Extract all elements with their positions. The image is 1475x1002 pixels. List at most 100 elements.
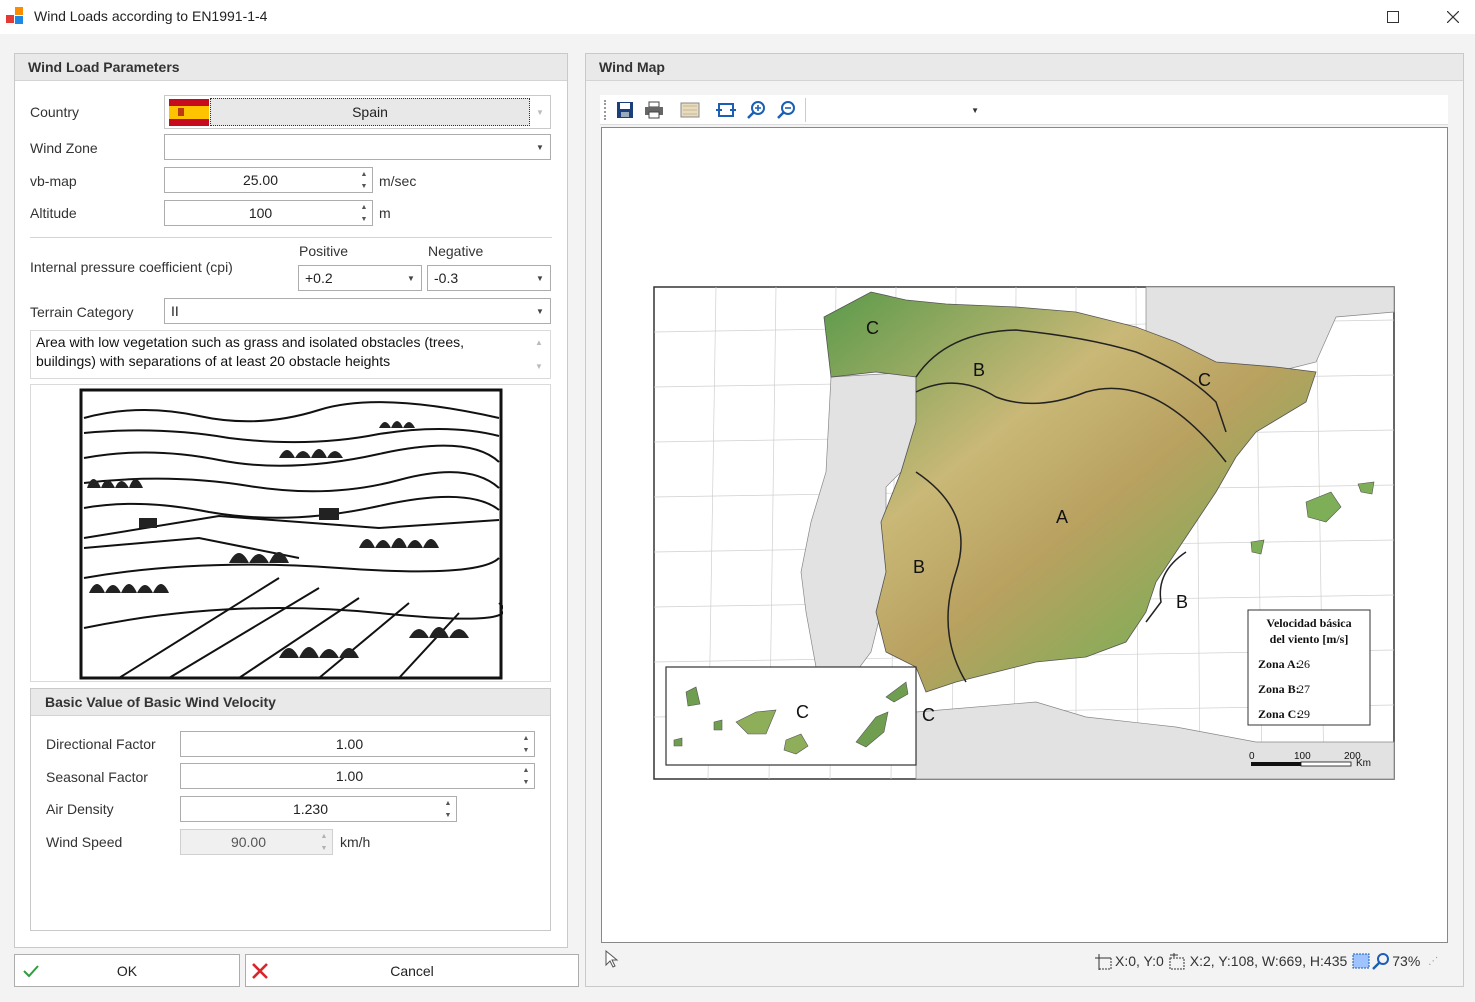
zoom-icon	[1372, 953, 1390, 970]
panel-header: Basic Value of Basic Wind Velocity	[31, 689, 550, 716]
vb-map-spinner[interactable]: ▲ ▼	[356, 168, 372, 192]
zoom-level: 73%	[1392, 953, 1421, 969]
altitude-input[interactable]: 100 ▲ ▼	[164, 200, 373, 226]
spin-down-icon[interactable]: ▼	[518, 744, 534, 756]
cursor-coordinates: X:0, Y:0	[1115, 953, 1164, 969]
chevron-down-icon[interactable]: ▼	[530, 96, 550, 128]
air-density-input[interactable]: 1.230 ▲ ▼	[180, 796, 457, 822]
legend-zone-c-value: 29	[1298, 707, 1310, 721]
directional-factor-input[interactable]: 1.00 ▲ ▼	[180, 731, 535, 757]
wind-zone-label: Wind Zone	[30, 140, 98, 156]
maximize-button[interactable]	[1370, 0, 1416, 34]
legend-zone-a-value: 26	[1298, 657, 1310, 671]
country-combo[interactable]: Spain ▼	[164, 95, 551, 129]
directional-factor-spinner[interactable]: ▲ ▼	[518, 732, 534, 756]
scroll-down-icon[interactable]: ▼	[535, 357, 543, 376]
air-density-value: 1.230	[292, 801, 329, 817]
spin-down-icon: ▼	[320, 844, 328, 852]
toolbar-grip[interactable]	[604, 100, 606, 120]
panel-header: Wind Map	[586, 54, 1463, 81]
terrain-description-text: Area with low vegetation such as grass a…	[36, 334, 465, 369]
spin-up-icon[interactable]: ▲	[440, 797, 456, 809]
cancel-button[interactable]: Cancel	[245, 954, 579, 987]
chevron-down-icon[interactable]: ▼	[530, 299, 550, 323]
window-title: Wind Loads according to EN1991-1-4	[34, 8, 268, 24]
wind-zone-combo[interactable]: ▼	[164, 134, 551, 160]
altitude-label: Altitude	[30, 205, 77, 221]
scroll-up-icon[interactable]: ▲	[535, 333, 543, 352]
cancel-label: Cancel	[390, 962, 434, 979]
separator	[30, 237, 552, 238]
vb-map-value: 25.00	[242, 172, 279, 188]
chevron-down-icon[interactable]: ▼	[530, 266, 550, 290]
legend-zone-c-label: Zona C:	[1258, 707, 1300, 721]
terrain-illustration-frame	[30, 384, 551, 682]
chevron-down-icon[interactable]: ▼	[401, 266, 421, 290]
spin-up-icon[interactable]: ▲	[518, 732, 534, 744]
selection-size-icon	[1169, 953, 1185, 970]
seasonal-factor-value: 1.00	[335, 768, 364, 784]
spin-up-icon[interactable]: ▲	[518, 764, 534, 776]
zone-label: C	[922, 705, 935, 725]
map-canvas[interactable]: C B C A B B C C Velocidad básica del vie…	[601, 127, 1448, 943]
chevron-down-icon[interactable]: ▼	[530, 135, 550, 159]
seasonal-factor-spinner[interactable]: ▲ ▼	[518, 764, 534, 788]
map-view-dropdown[interactable]: ▼	[805, 98, 985, 122]
directional-factor-label: Directional Factor	[46, 736, 156, 752]
spin-down-icon[interactable]: ▼	[518, 776, 534, 788]
close-button[interactable]	[1430, 0, 1475, 34]
spin-down-icon[interactable]: ▼	[356, 213, 372, 225]
frame-icon	[680, 102, 700, 118]
zoom-out-button[interactable]	[775, 100, 797, 120]
zoom-out-icon	[777, 101, 795, 119]
seasonal-factor-label: Seasonal Factor	[46, 769, 148, 785]
wind-speed-input: 90.00 ▲ ▼	[180, 829, 333, 855]
resize-grip-icon[interactable]: ⋰	[1428, 956, 1438, 967]
description-scrollbar[interactable]: ▲ ▼	[530, 333, 548, 376]
frame-button[interactable]	[679, 100, 701, 120]
zoom-in-button[interactable]	[745, 100, 767, 120]
wind-speed-spinner: ▲ ▼	[316, 830, 332, 854]
positive-label: Positive	[299, 243, 349, 259]
zoom-in-icon	[747, 101, 765, 119]
cpi-positive-value: +0.2	[305, 270, 333, 286]
terrain-combo[interactable]: II ▼	[164, 298, 551, 324]
pointer-cursor-icon[interactable]	[605, 950, 619, 968]
spin-down-icon[interactable]: ▼	[356, 180, 372, 192]
legend-zone-b-value: 27	[1298, 682, 1310, 696]
seasonal-factor-input[interactable]: 1.00 ▲ ▼	[180, 763, 535, 789]
legend-title: Velocidad básica	[1266, 616, 1351, 630]
altitude-value: 100	[248, 205, 273, 221]
ok-button[interactable]: OK	[14, 954, 240, 987]
spin-up-icon[interactable]: ▲	[356, 201, 372, 213]
air-density-spinner[interactable]: ▲ ▼	[440, 797, 456, 821]
zone-label: B	[973, 360, 985, 380]
spin-down-icon[interactable]: ▼	[440, 809, 456, 821]
vb-map-input[interactable]: 25.00 ▲ ▼	[164, 167, 373, 193]
coordinates-icon	[1095, 954, 1112, 970]
vb-map-unit: m/sec	[379, 173, 417, 189]
ok-label: OK	[116, 962, 138, 979]
cpi-negative-combo[interactable]: -0.3 ▼	[427, 265, 551, 291]
save-icon	[617, 102, 633, 118]
spin-up-icon[interactable]: ▲	[356, 168, 372, 180]
print-button[interactable]	[643, 100, 665, 120]
country-label: Country	[30, 104, 80, 120]
scale-label: 0	[1249, 751, 1255, 762]
selection-info: X:2, Y:108, W:669, H:435	[1189, 953, 1348, 969]
spain-wind-map-image: C B C A B B C C Velocidad básica del vie…	[653, 286, 1395, 780]
vb-map-label: vb-map	[30, 173, 77, 189]
fit-to-window-button[interactable]	[715, 100, 737, 120]
terrain-sketch-image	[79, 388, 503, 680]
cpi-positive-combo[interactable]: +0.2 ▼	[298, 265, 422, 291]
altitude-spinner[interactable]: ▲ ▼	[356, 201, 372, 225]
altitude-unit: m	[379, 205, 391, 221]
selection-rect-icon	[1352, 953, 1370, 969]
country-value: Spain	[210, 98, 530, 126]
cpi-negative-value: -0.3	[434, 270, 459, 286]
terrain-value: II	[171, 303, 179, 319]
chevron-down-icon[interactable]: ▼	[971, 106, 979, 115]
title-bar: Wind Loads according to EN1991-1-4	[0, 0, 1475, 34]
terrain-label: Terrain Category	[30, 304, 134, 320]
save-button[interactable]	[614, 100, 636, 120]
